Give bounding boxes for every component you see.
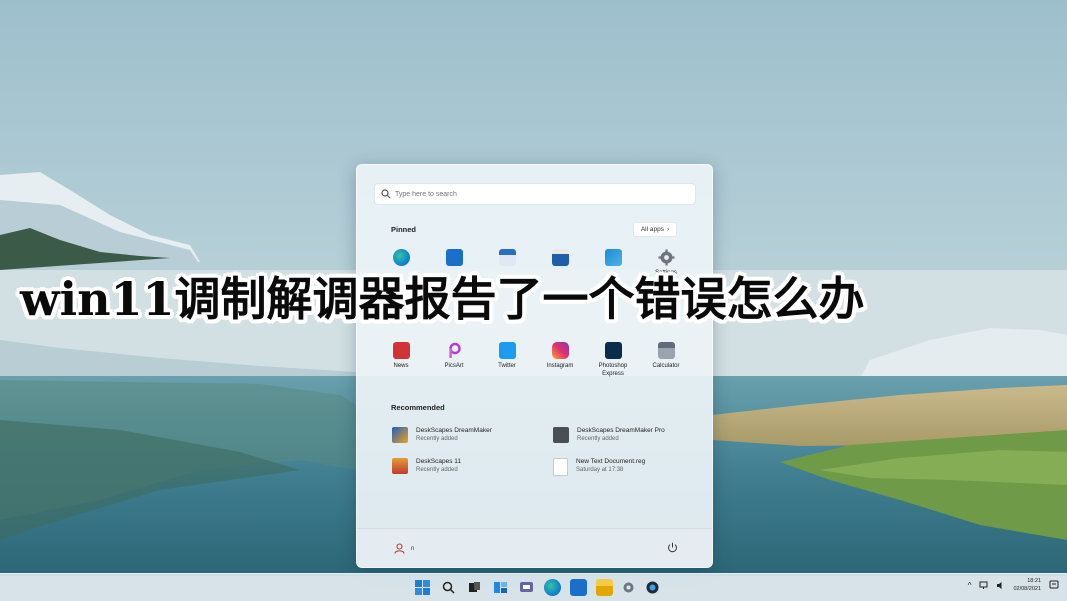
- pinned-app-label: News: [393, 363, 409, 369]
- pinned-app-label: Twitter: [498, 363, 516, 369]
- clock[interactable]: 18:21 02/08/2021: [1013, 577, 1041, 593]
- search-icon: [381, 189, 391, 199]
- dreammaker-pro-icon: [553, 427, 569, 443]
- pinned-app-label: Instagram: [546, 363, 574, 369]
- pinned-app-picsart[interactable]: PicsArt: [429, 342, 479, 371]
- chevron-up-icon[interactable]: ^: [968, 581, 972, 590]
- recommended-item[interactable]: DeskScapes DreamMaker Recently added: [392, 427, 492, 443]
- chat-icon[interactable]: [518, 579, 535, 596]
- calendar-icon: [498, 249, 516, 266]
- user-account-button[interactable]: n: [394, 543, 414, 554]
- edge-icon[interactable]: [544, 579, 561, 596]
- store-icon: [551, 249, 569, 266]
- deskscapes-icon: [392, 458, 408, 474]
- chevron-right-icon: ›: [666, 226, 670, 233]
- clock-time: 18:21: [1027, 578, 1041, 584]
- network-icon[interactable]: [979, 581, 988, 590]
- volume-icon[interactable]: [996, 581, 1005, 590]
- settings-icon: [658, 249, 675, 266]
- user-name: n: [411, 545, 415, 552]
- recommended-item[interactable]: New Text Document.reg Saturday at 17:38: [553, 458, 645, 476]
- pinned-app-instagram[interactable]: Instagram: [535, 342, 585, 371]
- recommended-item[interactable]: DeskScapes 11 Recently added: [392, 458, 461, 474]
- start-menu: Pinned All apps ›: [356, 164, 713, 568]
- all-apps-button[interactable]: All apps ›: [633, 222, 677, 237]
- instagram-icon: [551, 342, 569, 359]
- news-icon: [392, 342, 410, 359]
- power-icon[interactable]: [667, 542, 678, 553]
- recommended-item-detail: Recently added: [416, 467, 458, 473]
- task-view-icon[interactable]: [466, 579, 483, 596]
- pinned-app-label: Photoshop Express: [598, 363, 628, 377]
- settings-icon[interactable]: [620, 579, 637, 596]
- recommended-heading: Recommended: [391, 403, 445, 412]
- calculator-icon: [657, 342, 675, 359]
- dreammaker-icon: [392, 427, 408, 443]
- all-apps-label: All apps: [640, 226, 664, 233]
- recommended-item-name: New Text Document.reg: [576, 458, 646, 465]
- taskbar: ^ 18:21 02/08/2021: [0, 573, 1067, 601]
- start-menu-footer: n: [357, 528, 712, 567]
- pinned-app-calculator[interactable]: Calculator: [641, 342, 691, 371]
- pinned-app-twitter[interactable]: Twitter: [482, 342, 532, 371]
- recommended-item-name: DeskScapes 11: [416, 458, 462, 465]
- system-tray: ^ 18:21 02/08/2021: [968, 577, 1059, 593]
- recommended-item-name: DeskScapes DreamMaker: [416, 427, 492, 434]
- clock-date: 02/08/2021: [1013, 586, 1041, 592]
- edge-icon: [392, 249, 410, 266]
- twitter-icon: [498, 342, 516, 359]
- start-icon[interactable]: [414, 579, 431, 596]
- recommended-item-detail: Saturday at 17:38: [576, 467, 624, 473]
- photoshop-icon: [604, 342, 622, 359]
- mail-icon: [445, 249, 463, 266]
- recommended-item-name: DeskScapes DreamMaker Pro: [577, 427, 665, 434]
- search-input[interactable]: [395, 190, 675, 198]
- media-icon[interactable]: [644, 579, 661, 596]
- search-box[interactable]: [374, 183, 696, 205]
- notification-icon[interactable]: [1049, 580, 1059, 590]
- recommended-item-detail: Recently added: [416, 436, 458, 442]
- pinned-app-label: PicsArt: [444, 363, 464, 369]
- recommended-item-detail: Recently added: [577, 436, 619, 442]
- picsart-icon: [446, 342, 463, 359]
- photos-icon: [604, 249, 622, 266]
- pinned-heading: Pinned: [391, 225, 417, 234]
- pinned-app-photoshop-express[interactable]: Photoshop Express: [588, 342, 638, 378]
- registry-file-icon: [553, 458, 568, 476]
- widgets-icon[interactable]: [492, 579, 509, 596]
- pinned-app-label: Calculator: [652, 363, 680, 369]
- article-headline: win11调制解调器报告了一个错误怎么办: [20, 272, 865, 326]
- mail-icon[interactable]: [570, 579, 587, 596]
- pinned-app-news[interactable]: News: [376, 342, 426, 371]
- user-icon: [394, 543, 405, 554]
- file-explorer-icon[interactable]: [596, 579, 613, 596]
- search-icon[interactable]: [440, 579, 457, 596]
- recommended-item[interactable]: DeskScapes DreamMaker Pro Recently added: [553, 427, 665, 443]
